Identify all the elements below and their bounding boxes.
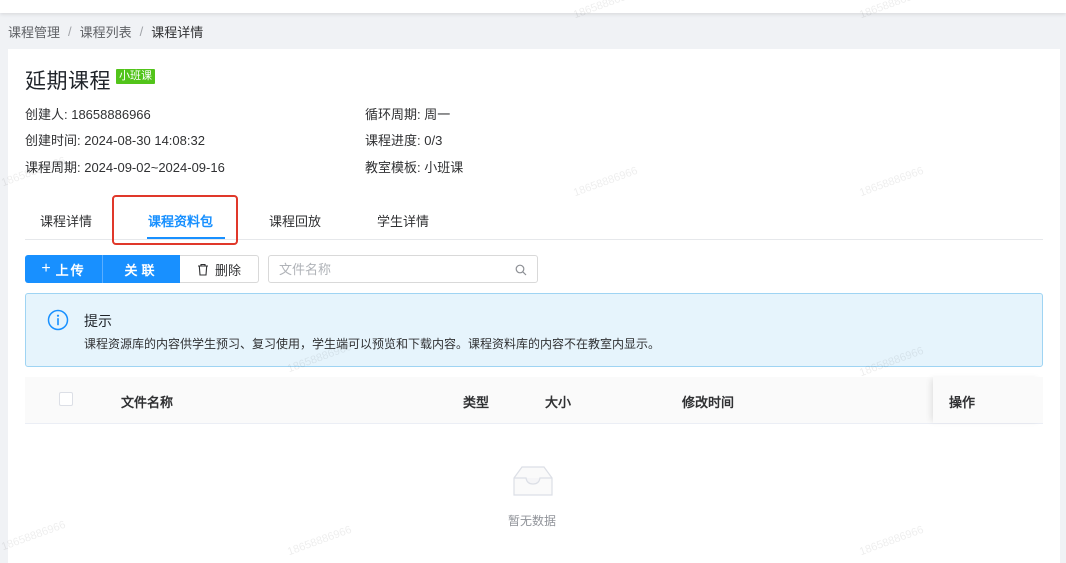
page-title: 延期课程 <box>25 70 111 93</box>
column-header-file-name: 文件名称 <box>121 395 174 410</box>
upload-button[interactable]: + 上传 <box>25 255 103 283</box>
empty-inbox-icon <box>511 463 555 504</box>
empty-state-text: 暂无数据 <box>508 514 557 528</box>
breadcrumb-separator: / <box>139 23 144 39</box>
search-icon[interactable] <box>515 263 527 281</box>
breadcrumb-separator: / <box>68 23 72 39</box>
delete-button[interactable]: 删除 <box>180 255 259 283</box>
course-title-row: 延期课程 小班课 <box>25 65 155 95</box>
operation-column-fixed: 操作 <box>933 377 1043 423</box>
tab-course-detail[interactable]: 课程详情 <box>40 211 92 230</box>
course-type-badge: 小班课 <box>116 68 155 84</box>
column-header-actions: 操作 <box>949 395 976 410</box>
column-header-type: 类型 <box>463 395 490 410</box>
breadcrumb-item-course-management[interactable]: 课程管理 <box>8 22 60 41</box>
info-circle-icon <box>47 309 69 336</box>
file-search <box>268 255 538 283</box>
plus-icon: + <box>41 260 51 277</box>
link-button[interactable]: 关联 <box>103 255 180 283</box>
tab-student-detail[interactable]: 学生详情 <box>377 211 429 230</box>
progress-info: 课程进度: 0/3 <box>365 133 443 148</box>
course-period-info: 课程周期: 2024-09-02~2024-09-16 <box>25 160 225 175</box>
file-name-search-input[interactable] <box>269 256 499 282</box>
materials-table-header: 文件名称 类型 大小 修改时间 操作 <box>25 377 1043 424</box>
breadcrumb-current: 课程详情 <box>151 24 204 40</box>
materials-toolbar: + 上传 关联 删除 <box>25 255 259 283</box>
cycle-info: 循环周期: 周一 <box>365 107 451 122</box>
highlight-annotation-box <box>112 195 238 245</box>
select-all-checkbox[interactable] <box>59 392 73 406</box>
top-header-bar <box>0 0 1066 13</box>
tip-alert: 提示 课程资源库的内容供学生预习、复习使用，学生端可以预览和下载内容。课程资料库… <box>25 293 1043 367</box>
tab-course-replay[interactable]: 课程回放 <box>269 211 321 230</box>
breadcrumb: 课程管理 / 课程列表 / 课程详情 <box>8 22 203 40</box>
delete-button-label: 删除 <box>214 262 241 278</box>
column-header-size: 大小 <box>545 395 572 410</box>
breadcrumb-item-course-list[interactable]: 课程列表 <box>80 22 132 41</box>
created-time-info: 创建时间: 2024-08-30 14:08:32 <box>25 133 205 148</box>
column-header-modified-time: 修改时间 <box>682 395 735 410</box>
course-detail-card: 延期课程 小班课 创建人: 18658886966 创建时间: 2024-08-… <box>8 49 1060 563</box>
trash-icon <box>197 263 209 276</box>
alert-description: 课程资源库的内容供学生预习、复习使用，学生端可以预览和下载内容。课程资料库的内容… <box>84 337 661 351</box>
upload-button-label: 上传 <box>55 262 86 278</box>
creator-info: 创建人: 18658886966 <box>25 107 151 122</box>
classroom-template-info: 教室模板: 小班课 <box>365 160 464 175</box>
alert-title: 提示 <box>84 313 112 329</box>
